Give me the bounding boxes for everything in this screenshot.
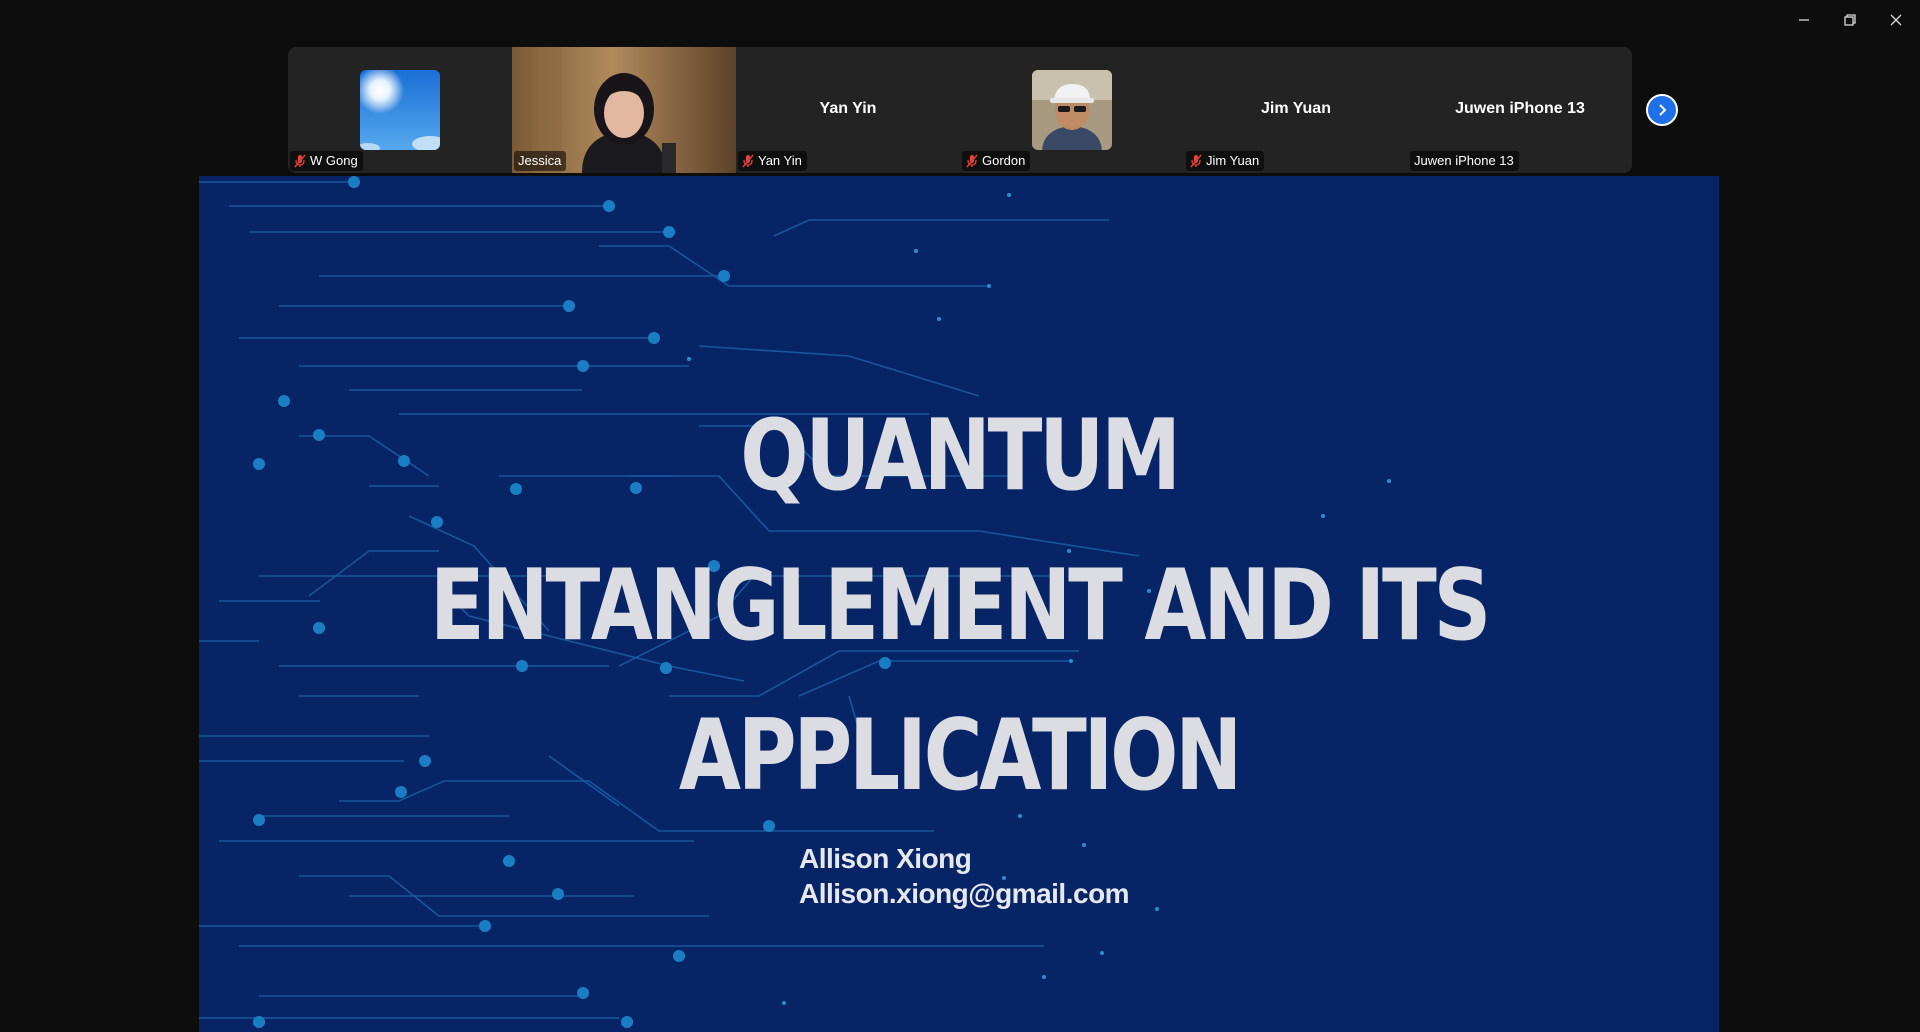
participant-name-tag: Jessica xyxy=(514,151,567,171)
participant-tile-w-gong[interactable]: W Gong xyxy=(288,47,512,173)
participant-tile-jessica[interactable]: Jessica xyxy=(512,47,736,173)
author-name: Allison Xiong xyxy=(799,843,972,874)
mic-muted-icon xyxy=(742,154,754,168)
mic-muted-icon xyxy=(966,154,978,168)
close-icon xyxy=(1890,14,1902,26)
sky-photo-avatar xyxy=(360,70,440,150)
slide-author-block: Allison Xiong Allison.xiong@gmail.com xyxy=(799,841,1130,911)
slide-title-line: APPLICATION xyxy=(678,699,1243,813)
slide-title: QUANTUM ENTANGLEMENT AND ITS APPLICATION xyxy=(336,381,1582,831)
participant-display-name: Yan Yin xyxy=(819,100,877,117)
author-email: Allison.xiong@gmail.com xyxy=(799,878,1130,909)
participant-name: Jessica xyxy=(518,153,562,168)
mic-muted-icon xyxy=(294,154,306,168)
restore-button[interactable] xyxy=(1827,0,1873,40)
participant-tile-yan-yin[interactable]: Yan Yin Yan Yin xyxy=(736,47,960,173)
minimize-icon xyxy=(1799,19,1809,21)
portrait-photo-avatar xyxy=(1032,70,1112,150)
participant-tile-jim-yuan[interactable]: Jim Yuan Jim Yuan xyxy=(1184,47,1408,173)
participant-display-name: Juwen iPhone 13 xyxy=(1455,100,1585,117)
participant-name: Gordon xyxy=(982,153,1026,168)
participant-name-tag: W Gong xyxy=(290,151,363,171)
slide-title-line: QUANTUM xyxy=(740,399,1181,513)
participant-name-tag: Yan Yin xyxy=(738,151,807,171)
chevron-right-icon xyxy=(1659,104,1667,116)
close-button[interactable] xyxy=(1873,0,1919,40)
participant-name: Juwen iPhone 13 xyxy=(1414,153,1514,168)
next-participants-button[interactable] xyxy=(1646,94,1678,126)
shared-presentation-slide: QUANTUM ENTANGLEMENT AND ITS APPLICATION… xyxy=(199,176,1719,1032)
participant-strip: W Gong Jessica Yan Yin Yan Yin Gordon Ji… xyxy=(288,47,1632,173)
participant-tile-juwen-iphone-13[interactable]: Juwen iPhone 13 Juwen iPhone 13 xyxy=(1408,47,1632,173)
participant-name: Yan Yin xyxy=(758,153,802,168)
participant-name-tag: Juwen iPhone 13 xyxy=(1410,151,1519,171)
participant-name: W Gong xyxy=(310,153,358,168)
participant-name-tag: Gordon xyxy=(962,151,1031,171)
participant-tile-gordon[interactable]: Gordon xyxy=(960,47,1184,173)
participant-name: Jim Yuan xyxy=(1206,153,1260,168)
mic-muted-icon xyxy=(1190,154,1202,168)
restore-icon xyxy=(1844,14,1856,26)
slide-title-line: ENTANGLEMENT AND ITS xyxy=(429,549,1492,663)
participant-display-name: Jim Yuan xyxy=(1261,100,1331,117)
participant-name-tag: Jim Yuan xyxy=(1186,151,1265,171)
minimize-button[interactable] xyxy=(1781,0,1827,40)
